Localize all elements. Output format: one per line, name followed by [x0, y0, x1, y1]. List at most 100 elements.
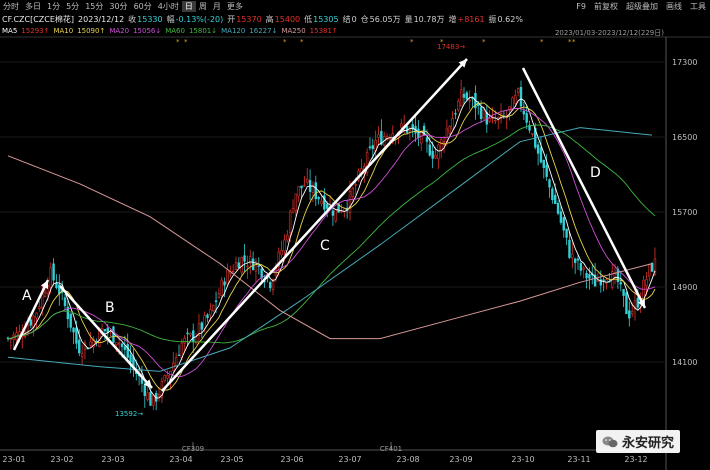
candle-body: [519, 86, 523, 107]
candle-body: [117, 342, 121, 345]
candle-body: [457, 100, 460, 111]
candle-body: [183, 337, 186, 344]
candle-body: [280, 249, 283, 256]
candle-body: [582, 267, 585, 270]
candle-body: [149, 392, 152, 406]
candle-body: [576, 258, 580, 261]
candle-body: [459, 89, 463, 107]
wave-label: D: [590, 165, 601, 181]
kline-chart[interactable]: 2023/01/03-2023/12/12(229日) 17300 16500 15…: [0, 0, 710, 470]
candle-body: [645, 278, 648, 286]
candle-body: [72, 327, 75, 333]
candle-body: [80, 352, 84, 358]
candle-body: [514, 95, 517, 104]
candle-body: [562, 217, 565, 231]
candle-body: [288, 211, 292, 234]
wave-label: B: [105, 300, 115, 316]
candle-body: [38, 306, 41, 310]
candle-body: [405, 125, 409, 133]
candle-body: [55, 282, 58, 289]
candle-body: [186, 332, 189, 335]
candle-body: [619, 282, 622, 285]
y-tick-label: 14900: [672, 283, 697, 292]
event-marker: *: [283, 38, 287, 46]
candle-body: [542, 159, 546, 168]
candle-body: [400, 123, 403, 128]
candle-body: [325, 203, 329, 209]
x-tick-label: 23-12: [624, 455, 647, 464]
candle-body: [240, 257, 243, 273]
candle-body: [551, 188, 554, 201]
candle-body: [445, 128, 449, 142]
candle-body: [283, 239, 286, 252]
watermark-text: 永安研究: [622, 436, 675, 451]
candle-body: [49, 267, 52, 288]
candle-body: [78, 339, 81, 354]
candle-body: [297, 186, 300, 197]
candle-body: [596, 280, 600, 282]
candle-body: [214, 300, 218, 303]
event-marker: *: [482, 38, 486, 46]
candle-body: [650, 262, 654, 272]
candle-body: [525, 113, 528, 123]
candle-body: [212, 305, 215, 312]
candle-body: [559, 211, 563, 223]
candle-body: [425, 137, 429, 142]
candle-body: [377, 134, 380, 138]
candle-body: [488, 118, 491, 122]
event-marker: *: [176, 38, 180, 46]
candle-body: [531, 133, 534, 135]
date-range: 2023/01/03-2023/12/12(229日): [555, 29, 664, 37]
candle-body: [437, 144, 440, 160]
candle-body: [177, 354, 181, 357]
low-price-label: 13592→: [115, 410, 143, 418]
candle-body: [539, 147, 543, 163]
candle-body: [123, 346, 127, 350]
candle-body: [75, 327, 78, 344]
candle-body: [465, 92, 469, 100]
candle-body: [571, 253, 574, 258]
contract-label: CF401: [380, 445, 402, 453]
kline-window: 分时 多日 1分 5分 15分 30分 60分 4小时日周月更多 F9 前复权 超级叠加 画线 工具 …: [0, 0, 710, 470]
candle-body: [35, 312, 38, 319]
y-tick-label: 17300: [672, 58, 697, 67]
candle-body: [548, 179, 551, 188]
candle-body: [451, 118, 454, 130]
candle-body: [174, 357, 178, 367]
candle-body: [189, 332, 192, 336]
candle-body: [152, 394, 155, 406]
candle-body: [351, 187, 355, 198]
x-tick-label: 23-09: [449, 455, 472, 464]
candle-body: [625, 292, 628, 315]
candle-body: [565, 228, 568, 238]
ma10-line: [7, 102, 656, 391]
event-marker: *: [410, 38, 414, 46]
candle-body: [220, 279, 223, 296]
event-marker: *: [300, 38, 304, 46]
candle-body: [69, 313, 72, 328]
x-tick-label: 23-05: [220, 455, 243, 464]
candle-body: [442, 141, 446, 143]
candle-body: [334, 208, 337, 222]
candle-body: [303, 185, 306, 187]
x-tick-label: 23-06: [280, 455, 303, 464]
x-tick-label: 23-10: [511, 455, 534, 464]
y-tick-label: 16500: [672, 133, 697, 142]
candle-body: [628, 310, 631, 319]
candle-body: [226, 269, 229, 285]
wave-label: A: [22, 288, 32, 304]
x-tick-label: 23-11: [567, 455, 590, 464]
candle-body: [203, 315, 206, 329]
candle-body: [294, 193, 298, 212]
candle-body: [200, 322, 203, 330]
candle-body: [217, 293, 221, 298]
candle-body: [237, 262, 241, 268]
x-tick-label: 23-03: [101, 455, 124, 464]
candle-body: [146, 392, 149, 400]
event-marker: *: [184, 38, 188, 46]
candle-body: [354, 184, 357, 186]
candle-body: [257, 265, 260, 267]
candle-body: [268, 282, 272, 289]
candle-body: [522, 110, 526, 115]
candle-body: [163, 375, 166, 382]
